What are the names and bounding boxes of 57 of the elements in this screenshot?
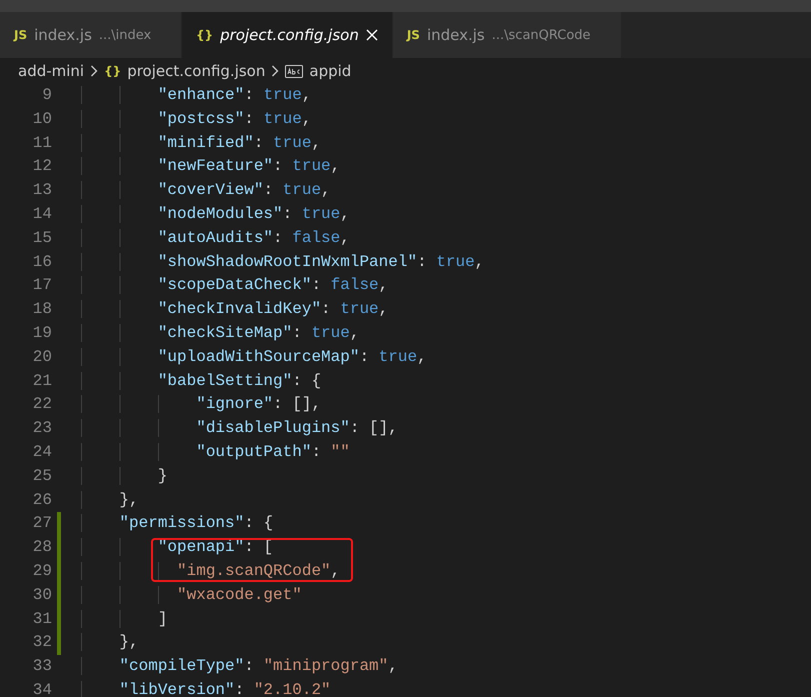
editor-tab[interactable]: JS index.js ...\index: [0, 12, 182, 58]
line-number: 31: [32, 608, 52, 630]
line-number: 23: [32, 418, 52, 440]
line-number: 29: [32, 560, 52, 582]
line-number: 15: [32, 228, 52, 249]
breadcrumb-item[interactable]: project.config.json: [127, 62, 266, 80]
code-line: "nodeModules": true,: [81, 202, 350, 227]
code-line: "wxacode.get": [81, 584, 302, 608]
code-line: "enhance": true,: [81, 84, 312, 108]
code-line: "ignore": [],: [81, 393, 322, 418]
line-number: 26: [32, 490, 52, 511]
line-number: 10: [32, 108, 52, 130]
code-line: "img.scanQRCode",: [81, 560, 340, 584]
file-type-icon: JS: [406, 28, 420, 42]
line-number: 30: [32, 584, 52, 606]
line-number: 25: [32, 466, 52, 487]
code-line: "permissions": {: [81, 512, 274, 536]
line-number: 32: [32, 632, 52, 654]
code-line: "autoAudits": false,: [81, 226, 350, 251]
code-line: "scopeDataCheck": false,: [81, 274, 388, 298]
line-number: 19: [32, 322, 52, 344]
line-number: 20: [32, 346, 52, 368]
line-number: 21: [32, 370, 52, 392]
line-number: 12: [32, 156, 52, 178]
line-number: 11: [32, 132, 52, 154]
code-line: "checkSiteMap": true,: [81, 322, 360, 346]
editor-tab[interactable]: JS index.js ...\scanQRCode: [392, 12, 622, 58]
line-number: 33: [32, 656, 52, 678]
code-line: "checkInvalidKey": true,: [81, 298, 388, 322]
line-number: 27: [32, 513, 52, 534]
code-line: "coverView": true,: [81, 179, 331, 203]
line-number: 17: [32, 275, 52, 296]
file-type-icon: JS: [14, 28, 28, 42]
code-line: "libVersion": "2.10.2": [81, 678, 331, 697]
code-line: "disablePlugins": [],: [81, 417, 398, 441]
code-line: "compileType": "miniprogram",: [81, 655, 398, 679]
line-number: 24: [32, 442, 52, 463]
breadcrumb-item[interactable]: add-mini: [18, 62, 84, 80]
editor-tab[interactable]: {} project.config.json: [182, 12, 393, 58]
line-number: 34: [32, 680, 52, 697]
line-number: 9: [41, 85, 52, 106]
line-number: 28: [32, 537, 52, 558]
code-line: "showShadowRootInWxmlPanel": true,: [81, 250, 484, 274]
line-number: 14: [32, 204, 52, 225]
line-number: 16: [32, 252, 52, 273]
file-type-icon: {}: [196, 28, 214, 42]
code-line: "minified": true,: [81, 132, 322, 156]
code-line: "outputPath": "": [81, 440, 350, 465]
code-line: "postcss": true,: [81, 108, 312, 132]
code-line: "uploadWithSourceMap": true,: [81, 346, 427, 370]
line-number: 22: [32, 394, 52, 416]
json-file-icon: {}: [104, 64, 122, 78]
code-line: "newFeature": true,: [81, 155, 340, 180]
line-number: 13: [32, 180, 52, 202]
line-number: 18: [32, 299, 52, 320]
code-line: "babelSetting": {: [81, 370, 322, 394]
breadcrumb-item[interactable]: appid: [309, 62, 352, 80]
